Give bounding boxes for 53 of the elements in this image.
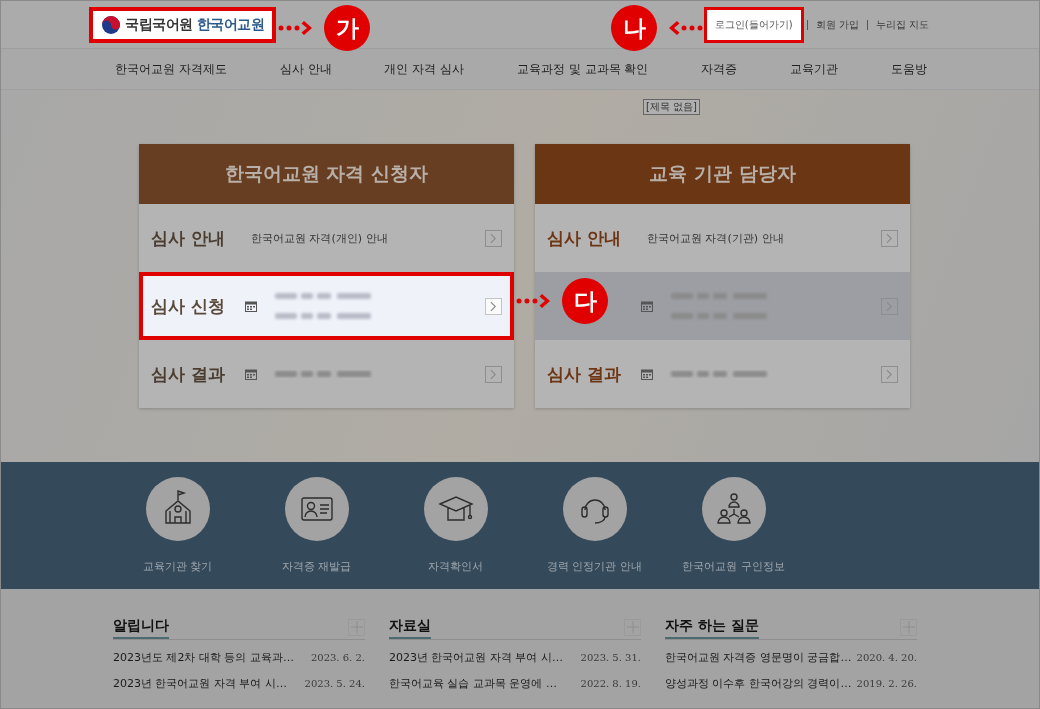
menu-row[interactable]: 심사 결과 (535, 340, 910, 408)
menu-row[interactable]: 심사 안내 한국어교원 자격(개인) 안내 (139, 204, 514, 272)
site-name: 한국어교원 (196, 15, 264, 34)
menu-row[interactable]: 심사 신청 (139, 272, 514, 340)
row-label: 심사 안내 (547, 226, 622, 250)
org-name: 국립국어원 (125, 15, 193, 34)
top-link[interactable]: 로그인(들어가기) (706, 9, 801, 40)
quick-link-label: 자격확인서 (428, 559, 483, 574)
nav-item[interactable]: 교육기관 (790, 60, 839, 78)
card-header: 한국어교원 자격 신청자 (139, 144, 514, 204)
nav-item[interactable]: 개인 자격 심사 (384, 60, 465, 78)
banner-caption: [제목 없음] (643, 99, 700, 115)
post-date: 2022. 8. 19. (580, 678, 641, 689)
post-date: 2023. 5. 31. (580, 652, 641, 663)
post-link[interactable]: 양성과정 이수후 한국어강의 경력이… (665, 676, 852, 691)
quick-link[interactable]: 자격확인서 (386, 477, 525, 589)
post-link[interactable]: 2023년도 제2차 대학 등의 교육과… (113, 650, 294, 665)
nav-item[interactable]: 도움방 (891, 60, 927, 78)
card-header: 교육 기관 담당자 (535, 144, 910, 204)
menu-row[interactable]: 심사 결과 (139, 340, 514, 408)
row-label: 심사 결과 (151, 362, 226, 386)
post-link[interactable]: 한국어교육 실습 교과목 운영에 … (389, 676, 557, 691)
quick-link[interactable]: 교육기관 찾기 (108, 477, 247, 589)
row-label: 심사 신청 (151, 294, 226, 318)
nav-item[interactable]: 한국어교원 자격제도 (115, 60, 227, 78)
post-link[interactable]: 2023년 한국어교원 자격 부여 시… (113, 676, 287, 691)
post-date: 2023. 5. 24. (304, 678, 365, 689)
board-title: 자주 하는 질문 (665, 616, 759, 639)
post-link[interactable]: 2023년 한국어교원 자격 부여 시… (389, 650, 563, 665)
site-logo[interactable]: 국립국어원 한국어교원 (89, 6, 276, 43)
quick-link[interactable]: 경력 인정기관 안내 (525, 477, 664, 589)
board-title: 자료실 (389, 616, 431, 639)
row-label: 심사 안내 (151, 226, 226, 250)
post-link[interactable]: 한국어교원 자격증 영문명이 궁금합… (665, 650, 852, 665)
row-label: 심사 결과 (547, 362, 622, 386)
quick-link-label: 자격증 재발급 (281, 559, 352, 574)
row-description: 한국어교원 자격(개인) 안내 (251, 230, 388, 246)
nav-item[interactable]: 자격증 (701, 60, 738, 78)
nav-item[interactable]: 교육과정 및 교과목 확인 (516, 60, 649, 78)
quick-link-label: 교육기관 찾기 (142, 559, 213, 574)
post-date: 2019. 2. 26. (856, 678, 917, 689)
quick-link[interactable]: 자격증 재발급 (247, 477, 386, 589)
nav-item[interactable]: 심사 안내 (279, 60, 332, 78)
menu-row[interactable]: 심사 안내 한국어교원 자격(기관) 안내 (535, 204, 910, 272)
top-link[interactable]: 누리집 지도 (873, 9, 931, 40)
top-link[interactable]: 회원 가입 (813, 9, 861, 40)
board-title: 알립니다 (113, 616, 169, 639)
post-date: 2023. 6. 2. (310, 652, 365, 663)
row-description: 한국어교원 자격(기관) 안내 (647, 230, 784, 246)
quick-link[interactable]: 한국어교원 구인정보 (664, 477, 803, 589)
post-date: 2020. 4. 20. (856, 652, 917, 663)
quick-link-label: 경력 인정기관 안내 (547, 559, 642, 574)
quick-link-label: 한국어교원 구인정보 (682, 559, 785, 574)
